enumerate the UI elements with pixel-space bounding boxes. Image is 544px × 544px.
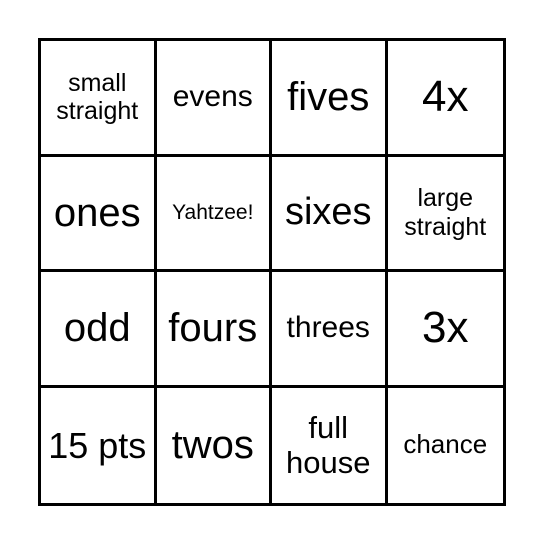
bingo-cell-label: chance [403,429,488,460]
bingo-cell-label: 4x [422,71,469,121]
bingo-card: small straight evens fives 4x ones Yahtzee! si… [38,38,506,506]
bingo-cell-label: ones [53,190,141,235]
bingo-cell[interactable]: full house [272,387,388,503]
bingo-cell-label: large straight [404,184,487,241]
bingo-cell-label: small straight [56,68,139,126]
bingo-cell[interactable]: Yahtzee! [156,156,272,272]
bingo-cell-label: 15 pts [48,424,147,466]
bingo-cell-label: fives [287,75,370,120]
bingo-cell-label: 3x [422,302,469,352]
bingo-cell[interactable]: large straight [387,157,503,272]
bingo-cell[interactable]: sixes [272,156,388,272]
bingo-cell-label: odd [63,306,131,351]
bingo-cell[interactable]: 4x [387,41,503,157]
bingo-cell-label: fours [168,306,258,351]
bingo-cell[interactable]: small straight [41,41,157,157]
bingo-cell-label: twos [171,423,254,468]
bingo-cell-label: Yahtzee! [172,200,254,224]
bingo-cell[interactable]: 15 pts [41,387,157,503]
bingo-cell-label: threes [286,311,370,344]
bingo-cell[interactable]: ones [41,156,157,272]
bingo-cell[interactable]: 3x [387,272,503,388]
bingo-cell-label: sixes [284,190,372,233]
bingo-cell[interactable]: threes [272,272,388,388]
bingo-cell[interactable]: evens [156,41,272,157]
bingo-cell-label: full house [286,409,371,481]
bingo-cell[interactable]: chance [388,388,504,504]
bingo-cell-label: evens [172,80,253,113]
bingo-cell[interactable]: odd [41,272,157,388]
bingo-cell[interactable]: fives [272,41,388,157]
bingo-cell[interactable]: twos [157,387,272,503]
bingo-cell[interactable]: fours [156,272,272,388]
